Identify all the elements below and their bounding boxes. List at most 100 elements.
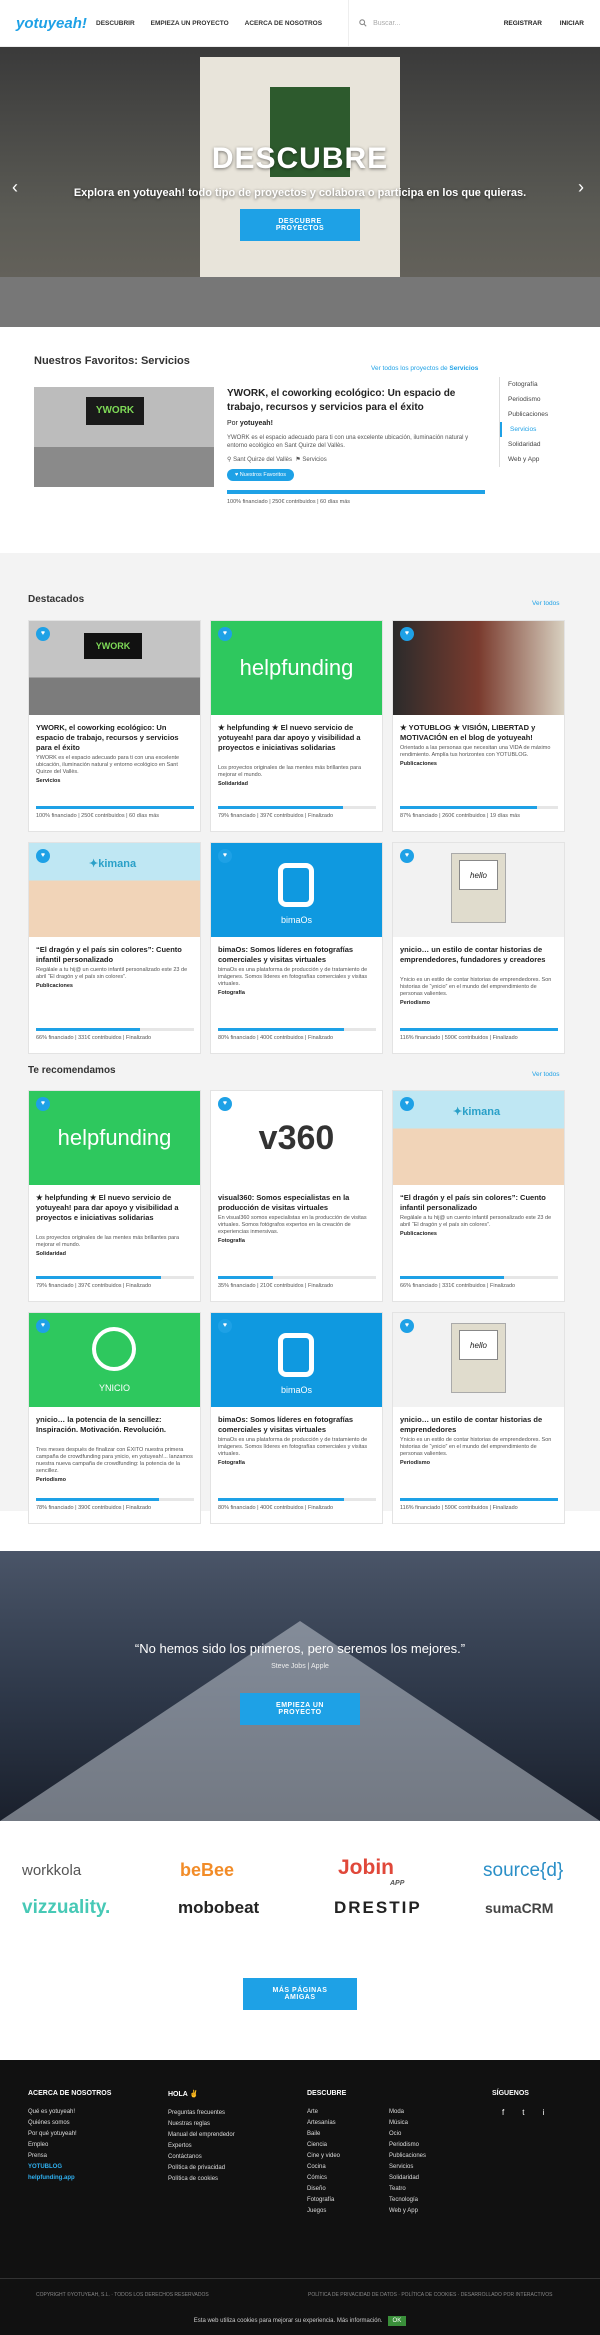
project-image[interactable]: hello bbox=[393, 843, 564, 937]
heart-icon[interactable]: ♥ bbox=[400, 627, 414, 641]
project-title[interactable]: ynicio… un estilo de contar historias de… bbox=[400, 945, 558, 965]
project-category[interactable]: Publicaciones bbox=[36, 983, 73, 989]
footer-link[interactable]: Empleo bbox=[28, 2140, 111, 2151]
footer-link[interactable]: Ocio bbox=[389, 2129, 426, 2140]
footer-link[interactable]: Diseño bbox=[307, 2184, 346, 2195]
project-category[interactable]: Fotografía bbox=[218, 1238, 245, 1244]
twitter-icon[interactable]: t bbox=[522, 2108, 524, 2117]
instagram-icon[interactable]: i bbox=[542, 2108, 544, 2117]
partner-logo-mobobeat[interactable]: mobobeat bbox=[178, 1898, 259, 1918]
project-title[interactable]: ★ YOTUBLOG ★ VISIÓN, LIBERTAD y MOTIVACI… bbox=[400, 723, 558, 743]
footer-link[interactable]: Moda bbox=[389, 2107, 426, 2118]
partner-logo-bebee[interactable]: beBee bbox=[180, 1860, 234, 1881]
more-friends-button[interactable]: MÁS PÁGINAS AMIGAS bbox=[243, 1978, 357, 2010]
footer-link[interactable]: Servicios bbox=[389, 2162, 426, 2173]
project-category[interactable]: Publicaciones bbox=[400, 1231, 437, 1237]
footer-link[interactable]: Política de privacidad bbox=[168, 2163, 235, 2174]
footer-link[interactable]: Política de cookies bbox=[168, 2174, 235, 2185]
project-card[interactable]: ♥ ★ YOTUBLOG ★ VISIÓN, LIBERTAD y MOTIVAC… bbox=[392, 620, 565, 832]
partner-logo-drestip[interactable]: DRESTIP bbox=[334, 1898, 422, 1918]
project-image[interactable]: hello bbox=[393, 1313, 564, 1407]
project-image[interactable]: ✦kimana bbox=[393, 1091, 564, 1185]
project-card[interactable]: v360 ♥ visual360: Somos especialistas en l… bbox=[210, 1090, 383, 1302]
project-category[interactable]: Solidaridad bbox=[36, 1251, 66, 1257]
nav-about[interactable]: ACERCA DE NOSOTROS bbox=[245, 20, 322, 27]
project-card[interactable]: bimaOs ♥ bimaOs: Somos líderes en fotograf… bbox=[210, 842, 383, 1054]
chevron-right-icon[interactable]: › bbox=[578, 177, 584, 198]
favorites-category-item[interactable]: Web y App bbox=[500, 452, 564, 467]
project-image[interactable]: helpfunding bbox=[29, 1091, 200, 1185]
start-project-button[interactable]: EMPIEZA UN PROYECTO bbox=[240, 1693, 360, 1725]
project-title[interactable]: bimaOs: Somos líderes en fotografías com… bbox=[218, 945, 376, 965]
favorite-project-image[interactable]: YWORK bbox=[34, 387, 214, 487]
heart-icon[interactable]: ♥ bbox=[36, 1319, 50, 1333]
project-image[interactable]: helpfunding bbox=[211, 621, 382, 715]
recommended-see-all-link[interactable]: Ver todos bbox=[532, 1071, 559, 1078]
footer-link[interactable]: Arte bbox=[307, 2107, 346, 2118]
project-title[interactable]: ynicio… un estilo de contar historias de… bbox=[400, 1415, 558, 1435]
project-title[interactable]: ★ helpfunding ★ El nuevo servicio de yot… bbox=[36, 1193, 194, 1223]
highlighted-see-all-link[interactable]: Ver todos bbox=[532, 600, 559, 607]
logo[interactable]: yotuyeah! bbox=[16, 15, 96, 32]
heart-icon[interactable]: ♥ bbox=[36, 1097, 50, 1111]
project-category[interactable]: Publicaciones bbox=[400, 761, 437, 767]
chevron-left-icon[interactable]: ‹ bbox=[12, 177, 18, 198]
favorites-category-item[interactable]: Publicaciones bbox=[500, 407, 564, 422]
footer-link[interactable]: Artesanías bbox=[307, 2118, 346, 2129]
project-card[interactable]: hello ♥ ynicio… un estilo de contar histor… bbox=[392, 1312, 565, 1524]
footer-link[interactable]: Teatro bbox=[389, 2184, 426, 2195]
project-card[interactable]: ✦kimana ♥ “El dragón y el país sin colores… bbox=[28, 842, 201, 1054]
project-image[interactable]: v360 bbox=[211, 1091, 382, 1185]
project-category[interactable]: Periodismo bbox=[36, 1477, 66, 1483]
footer-link[interactable]: Cocina bbox=[307, 2162, 346, 2173]
favorites-category-item[interactable]: Periodismo bbox=[500, 392, 564, 407]
partner-logo-sourced[interactable]: source{d} bbox=[483, 1860, 563, 1882]
project-category[interactable]: Fotografía bbox=[218, 990, 245, 996]
footer-link[interactable]: Prensa bbox=[28, 2151, 111, 2162]
project-category[interactable]: Periodismo bbox=[400, 1000, 430, 1006]
project-title[interactable]: “El dragón y el país sin colores”: Cuent… bbox=[36, 945, 194, 965]
project-title[interactable]: “El dragón y el país sin colores”: Cuent… bbox=[400, 1193, 558, 1213]
heart-icon[interactable]: ♥ bbox=[218, 1097, 232, 1111]
project-title[interactable]: ynicio… la potencia de la sencillez: Ins… bbox=[36, 1415, 194, 1435]
favorite-project-title[interactable]: YWORK, el coworking ecológico: Un espaci… bbox=[227, 387, 487, 415]
project-card[interactable]: YWORK ♥ YWORK, el coworking ecológico: Un … bbox=[28, 620, 201, 832]
footer-link[interactable]: Preguntas frecuentes bbox=[168, 2108, 235, 2119]
footer-link[interactable]: Juegos bbox=[307, 2206, 346, 2217]
heart-icon[interactable]: ♥ bbox=[218, 1319, 232, 1333]
footer-link[interactable]: Quiénes somos bbox=[28, 2118, 111, 2129]
heart-icon[interactable]: ♥ bbox=[400, 849, 414, 863]
footer-link[interactable]: helpfunding.app bbox=[28, 2173, 111, 2184]
footer-link[interactable]: Ciencia bbox=[307, 2140, 346, 2151]
footer-link[interactable]: Manual del emprendedor bbox=[168, 2130, 235, 2141]
footer-link[interactable]: Fotografía bbox=[307, 2195, 346, 2206]
search-input[interactable]: Buscar... bbox=[373, 20, 400, 27]
favorites-category-item[interactable]: Solidaridad bbox=[500, 437, 564, 452]
footer-link[interactable]: Expertos bbox=[168, 2141, 235, 2152]
project-title[interactable]: ★ helpfunding ★ El nuevo servicio de yot… bbox=[218, 723, 376, 753]
project-card[interactable]: helpfunding ♥ ★ helpfunding ★ El nuevo ser… bbox=[28, 1090, 201, 1302]
project-card[interactable]: hello ♥ ynicio… un estilo de contar histor… bbox=[392, 842, 565, 1054]
heart-icon[interactable]: ♥ bbox=[400, 1097, 414, 1111]
footer-link[interactable]: Tecnología bbox=[389, 2195, 426, 2206]
footer-link[interactable]: Publicaciones bbox=[389, 2151, 426, 2162]
partner-logo-sumacrm[interactable]: sumaCRM bbox=[485, 1900, 553, 1916]
project-image[interactable]: YNICIO bbox=[29, 1313, 200, 1407]
favorites-category-item[interactable]: Fotografía bbox=[500, 377, 564, 392]
partner-logo-workkola[interactable]: workkola bbox=[22, 1862, 81, 1879]
project-title[interactable]: visual360: Somos especialistas en la pro… bbox=[218, 1193, 376, 1213]
footer-link[interactable]: Por qué yotuyeah! bbox=[28, 2129, 111, 2140]
footer-link[interactable]: Web y App bbox=[389, 2206, 426, 2217]
project-category[interactable]: Periodismo bbox=[400, 1460, 430, 1466]
facebook-icon[interactable]: f bbox=[502, 2108, 504, 2117]
nav-start-project[interactable]: EMPIEZA UN PROYECTO bbox=[151, 20, 229, 27]
footer-link[interactable]: Solidaridad bbox=[389, 2173, 426, 2184]
project-category[interactable]: Solidaridad bbox=[218, 781, 248, 787]
project-card[interactable]: helpfunding ♥ ★ helpfunding ★ El nuevo ser… bbox=[210, 620, 383, 832]
heart-icon[interactable]: ♥ bbox=[218, 627, 232, 641]
cookie-ok-button[interactable]: OK bbox=[387, 2316, 407, 2326]
footer-link[interactable]: Qué es yotuyeah! bbox=[28, 2107, 111, 2118]
discover-projects-button[interactable]: DESCUBRE PROYECTOS bbox=[240, 209, 360, 241]
project-category[interactable]: Servicios bbox=[36, 778, 60, 784]
heart-icon[interactable]: ♥ bbox=[36, 627, 50, 641]
